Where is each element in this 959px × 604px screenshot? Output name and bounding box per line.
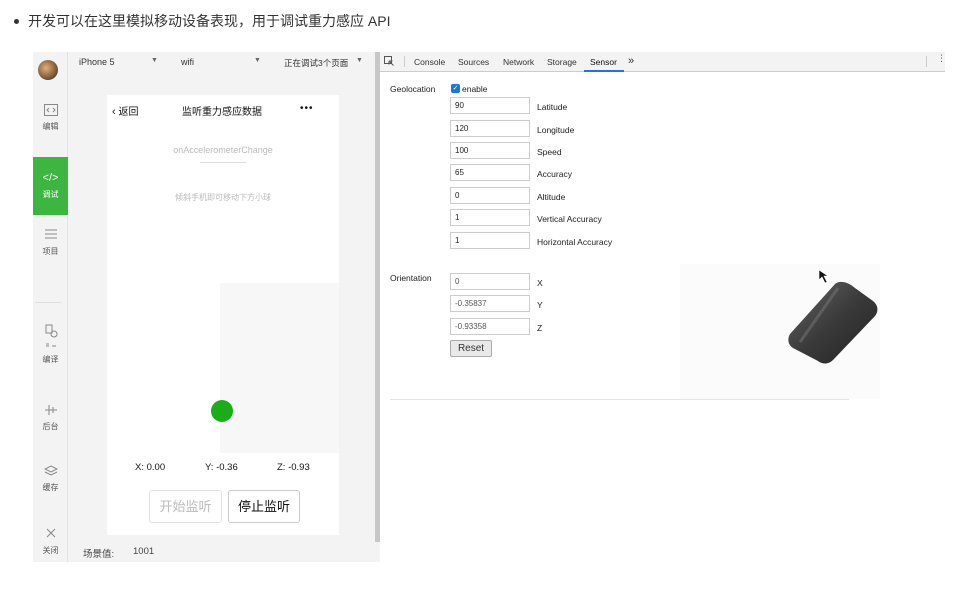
nav-edit-label: 编辑 [42, 122, 59, 131]
orientation-x-field[interactable]: 0 [450, 273, 530, 290]
devtools-tabbar: Console Sources Network Storage Sensor »… [380, 52, 946, 72]
network-select[interactable]: wifi [181, 57, 194, 67]
nav-divider [35, 302, 61, 303]
left-nav: 编辑 </> 调试 项目 编译 后台 缓存 关闭 [33, 52, 68, 562]
orientation-preview [680, 264, 880, 399]
nav-compile-label: 编译 [42, 355, 59, 364]
z-value: Z: -0.93 [277, 462, 310, 473]
tab-sensor[interactable]: Sensor [590, 57, 617, 67]
x-value: X: 0.00 [135, 462, 166, 473]
nav-close[interactable]: 关闭 [33, 528, 68, 556]
inspect-icon[interactable] [384, 56, 394, 68]
vertical-accuracy-field[interactable]: 1 [450, 209, 530, 226]
chevron-down-icon[interactable]: ▼ [356, 57, 363, 64]
nav-project-label: 项目 [42, 247, 59, 256]
stop-button[interactable]: 停止监听 [228, 490, 300, 523]
vertical-accuracy-label: Vertical Accuracy [537, 214, 602, 224]
nav-debug-label: 调试 [42, 190, 59, 199]
tab-network[interactable]: Network [503, 57, 534, 67]
orientation-y-field[interactable]: -0.35837 [450, 295, 530, 312]
devtools-screenshot: 编辑 </> 调试 项目 编译 后台 缓存 关闭 iPhone 5 ▼ wifi… [33, 52, 946, 562]
nav-debug[interactable]: </> 调试 [33, 157, 68, 215]
horizontal-accuracy-field[interactable]: 1 [450, 232, 530, 249]
close-icon [33, 528, 68, 541]
tab-divider [404, 56, 405, 67]
orientation-label: Orientation [390, 273, 432, 283]
speed-field[interactable]: 100 [450, 142, 530, 159]
nav-close-label: 关闭 [42, 546, 59, 555]
avatar[interactable] [38, 60, 58, 80]
menu-icon [33, 229, 68, 242]
chevron-down-icon[interactable]: ▼ [254, 57, 261, 64]
scene-label: 场景值: [83, 549, 115, 560]
tab-sources[interactable]: Sources [458, 57, 489, 67]
latitude-label: Latitude [537, 102, 568, 112]
y-value: Y: -0.36 [205, 462, 238, 473]
simulator-toolbar: iPhone 5 ▼ wifi ▼ 正在调试3个页面 ▼ [69, 52, 375, 72]
back-label: 返回 [118, 107, 139, 118]
page-title: 监听重力感应数据 [182, 107, 262, 118]
divider [200, 162, 246, 163]
background-icon [33, 404, 68, 417]
enable-label: enable [462, 84, 488, 94]
code-icon: </> [42, 172, 59, 184]
tab-storage[interactable]: Storage [547, 57, 577, 67]
phone-model-icon [788, 269, 878, 364]
chevron-left-icon: ‹ [112, 106, 116, 118]
geolocation-label: Geolocation [390, 84, 436, 94]
intro-text: 开发可以在这里模拟移动设备表现，用于调试重力感应 API [28, 13, 391, 29]
active-tab-indicator [584, 70, 624, 72]
reset-button[interactable]: Reset [450, 340, 492, 357]
accuracy-label: Accuracy [537, 169, 572, 179]
speed-label: Speed [537, 147, 562, 157]
devtools-panel: Console Sources Network Storage Sensor »… [380, 52, 946, 562]
nav-edit[interactable]: 编辑 [33, 104, 68, 132]
tilt-hint: 倾斜手机即可移动下方小球 [175, 193, 271, 202]
longitude-label: Longitude [537, 125, 575, 135]
horizontal-accuracy-label: Horizontal Accuracy [537, 237, 613, 247]
layers-icon [33, 465, 68, 478]
ball [211, 400, 233, 422]
nav-project[interactable]: 项目 [33, 229, 68, 257]
longitude-field[interactable]: 120 [450, 120, 530, 137]
kebab-menu-icon[interactable]: ⋮ [937, 54, 946, 63]
nav-compile[interactable]: 编译 [33, 324, 68, 365]
scene-value: 1001 [133, 546, 155, 557]
tab-divider [926, 56, 927, 67]
nav-background-label: 后台 [42, 422, 59, 431]
altitude-field[interactable]: 0 [450, 187, 530, 204]
accuracy-field[interactable]: 65 [450, 164, 530, 181]
orientation-x-label: X [537, 278, 543, 288]
nav-cache[interactable]: 缓存 [33, 465, 68, 493]
altitude-label: Altitude [537, 192, 566, 202]
more-icon[interactable]: ••• [300, 103, 314, 114]
back-button[interactable]: ‹ 返回 [112, 103, 138, 118]
tab-console[interactable]: Console [414, 57, 445, 67]
enable-checkbox[interactable]: ✓ [451, 84, 460, 93]
orientation-z-field[interactable]: -0.93358 [450, 318, 530, 335]
start-button[interactable]: 开始监听 [149, 490, 222, 523]
chevron-down-icon[interactable]: ▼ [151, 57, 158, 64]
more-tabs-icon[interactable]: » [628, 55, 634, 67]
section-divider [390, 399, 849, 400]
event-name: onAccelerometerChange [173, 145, 273, 155]
nav-background[interactable]: 后台 [33, 404, 68, 432]
code-file-icon [33, 104, 68, 117]
orientation-z-label: Z [537, 323, 543, 333]
status-bar: 场景值: 1001 [69, 538, 375, 562]
orientation-y-label: Y [537, 300, 543, 310]
pages-select[interactable]: 正在调试3个页面 [284, 57, 348, 69]
phone-screen: ‹ 返回 监听重力感应数据 ••• onAccelerometerChange … [107, 95, 339, 535]
ball-track [220, 283, 339, 453]
bullet-dot [14, 18, 19, 24]
device-select[interactable]: iPhone 5 [79, 57, 115, 67]
intro-bullet: 开发可以在这里模拟移动设备表现，用于调试重力感应 API [14, 11, 390, 31]
compile-icon [33, 324, 68, 350]
nav-cache-label: 缓存 [42, 483, 59, 492]
cursor-icon [818, 269, 829, 284]
latitude-field[interactable]: 90 [450, 97, 530, 114]
